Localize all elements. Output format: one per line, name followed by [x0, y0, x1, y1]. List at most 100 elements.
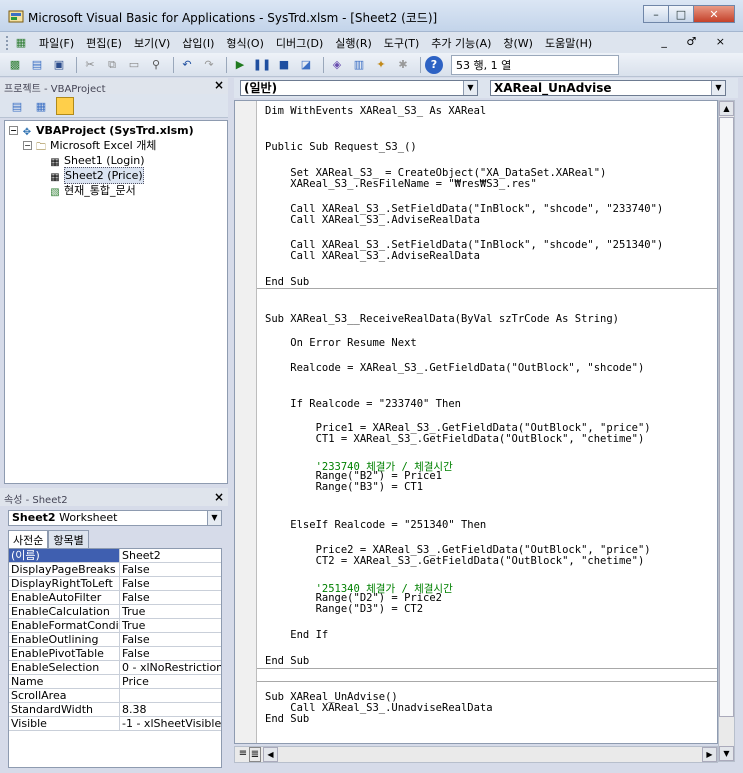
- chevron-down-icon[interactable]: ▼: [463, 81, 477, 95]
- property-value[interactable]: True: [120, 619, 221, 632]
- chevron-down-icon[interactable]: ▼: [207, 511, 221, 525]
- tab-categorized[interactable]: 항목별: [48, 530, 89, 548]
- property-value[interactable]: Price: [120, 675, 221, 688]
- code-editor[interactable]: Dim WithEvents XAReal_S3_ As XAReal Publ…: [234, 100, 718, 744]
- property-row[interactable]: EnablePivotTable False: [9, 647, 221, 661]
- property-value[interactable]: 0 - xlNoRestriction: [120, 661, 221, 674]
- redo-icon[interactable]: ↷: [200, 56, 218, 74]
- menu-format[interactable]: 형식(O): [220, 35, 269, 51]
- help-icon[interactable]: ?: [425, 55, 443, 74]
- standard-toolbar: ▩ ▤ ▣ ✂ ⧉ ▭ ⚲ ↶ ↷ ▶ ❚❚ ■ ◪ ◈ ▥ ✦ ✱ ? 53 …: [0, 53, 743, 77]
- procedure-combo[interactable]: XAReal_UnAdvise ▼: [490, 80, 726, 96]
- code-line: Public Sub Request_S3_(): [265, 141, 417, 153]
- tree-item-sheet1[interactable]: ▦ Sheet1 (Login): [9, 153, 223, 168]
- procedure-view-icon[interactable]: ≡: [237, 747, 249, 762]
- property-row[interactable]: EnableSelection 0 - xlNoRestriction: [9, 661, 221, 675]
- menu-run[interactable]: 실행(R): [329, 35, 377, 51]
- property-row[interactable]: ScrollArea: [9, 689, 221, 703]
- collapse-icon[interactable]: −: [9, 126, 18, 135]
- property-row[interactable]: EnableAutoFilter False: [9, 591, 221, 605]
- project-toolbar: ▤ ▦: [0, 94, 228, 118]
- property-row[interactable]: EnableFormatConditi True: [9, 619, 221, 633]
- property-row[interactable]: Name Price: [9, 675, 221, 689]
- run-icon[interactable]: ▶: [231, 56, 249, 74]
- property-value[interactable]: False: [120, 577, 221, 590]
- code-line: Call XAReal_S3_.AdviseRealData: [265, 250, 480, 262]
- menu-insert[interactable]: 삽입(I): [176, 35, 220, 51]
- menu-debug[interactable]: 디버그(D): [270, 35, 329, 51]
- menu-tools[interactable]: 도구(T): [378, 35, 426, 51]
- scroll-thumb[interactable]: [719, 117, 734, 717]
- property-row[interactable]: StandardWidth 8.38: [9, 703, 221, 717]
- mdi-window-controls[interactable]: _ ♂ ×: [661, 35, 733, 48]
- menu-view[interactable]: 보기(V): [128, 35, 176, 51]
- chevron-down-icon[interactable]: ▼: [711, 81, 725, 95]
- full-module-view-icon[interactable]: ≣: [249, 747, 261, 762]
- toolbox-icon[interactable]: ✱: [394, 56, 412, 74]
- property-row[interactable]: DisplayPageBreaks False: [9, 563, 221, 577]
- property-value[interactable]: Sheet2: [120, 549, 221, 562]
- view-code-icon[interactable]: ▤: [8, 97, 26, 115]
- tree-item-label: Sheet2 (Price): [64, 167, 144, 184]
- property-row[interactable]: Visible -1 - xlSheetVisible: [9, 717, 221, 731]
- insert-module-icon[interactable]: ▤: [28, 56, 46, 74]
- code-line: Realcode = XAReal_S3_.GetFieldData("OutB…: [265, 362, 645, 374]
- property-value[interactable]: [120, 689, 221, 702]
- view-object-icon[interactable]: ▦: [32, 97, 50, 115]
- scroll-left-icon[interactable]: ◀: [263, 747, 278, 762]
- undo-icon[interactable]: ↶: [178, 56, 196, 74]
- code-line: Call XAReal_S3_.AdviseRealData: [265, 214, 480, 226]
- maximize-button[interactable]: □: [668, 5, 694, 23]
- property-value[interactable]: False: [120, 563, 221, 576]
- find-icon[interactable]: ⚲: [147, 56, 165, 74]
- copy-icon[interactable]: ⧉: [103, 56, 121, 74]
- reset-icon[interactable]: ■: [275, 56, 293, 74]
- menu-edit[interactable]: 편집(E): [80, 35, 128, 51]
- vertical-scrollbar[interactable]: ▲ ▼: [718, 100, 735, 762]
- scroll-up-icon[interactable]: ▲: [719, 101, 734, 116]
- collapse-icon[interactable]: −: [23, 141, 32, 150]
- tree-item-vbaproject[interactable]: − ✥ VBAProject (SysTrd.xlsm): [9, 123, 223, 138]
- view-excel-icon[interactable]: ▩: [6, 56, 24, 74]
- object-combo[interactable]: (일반) ▼: [240, 80, 478, 96]
- menu-addins[interactable]: 추가 기능(A): [425, 35, 497, 51]
- procedure-combo-value: XAReal_UnAdvise: [494, 81, 612, 95]
- scroll-right-icon[interactable]: ▶: [702, 747, 717, 762]
- property-value[interactable]: False: [120, 633, 221, 646]
- property-value[interactable]: True: [120, 605, 221, 618]
- tree-item-excel-objects[interactable]: − 🗀 Microsoft Excel 개체: [9, 138, 223, 153]
- tree-item-thisworkbook[interactable]: ▧ 현재_통합_문서: [9, 183, 223, 198]
- toggle-folders-icon[interactable]: [56, 97, 74, 115]
- tab-alphabetic[interactable]: 사전순: [8, 530, 49, 549]
- cursor-position: 53 행, 1 열: [451, 54, 619, 75]
- object-browser-icon[interactable]: ✦: [372, 56, 390, 74]
- properties-panel-close-button[interactable]: ×: [214, 490, 224, 504]
- tree-item-sheet2[interactable]: ▦ Sheet2 (Price): [9, 167, 223, 184]
- menu-help[interactable]: 도움말(H): [539, 35, 598, 51]
- paste-icon[interactable]: ▭: [125, 56, 143, 74]
- property-value[interactable]: False: [120, 591, 221, 604]
- project-explorer-icon[interactable]: ◈: [328, 56, 346, 74]
- property-row[interactable]: EnableOutlining False: [9, 633, 221, 647]
- code-margin[interactable]: [235, 101, 257, 743]
- object-select[interactable]: Sheet2 Worksheet ▼: [8, 510, 222, 526]
- save-icon[interactable]: ▣: [50, 56, 68, 74]
- excel-icon[interactable]: ▦: [13, 36, 29, 50]
- design-mode-icon[interactable]: ◪: [297, 56, 315, 74]
- properties-window-icon[interactable]: ▥: [350, 56, 368, 74]
- minimize-button[interactable]: –: [643, 5, 669, 23]
- property-row[interactable]: (이름) Sheet2: [9, 549, 221, 563]
- menu-window[interactable]: 창(W): [497, 35, 539, 51]
- property-value[interactable]: False: [120, 647, 221, 660]
- menu-file[interactable]: 파일(F): [33, 35, 80, 51]
- close-button[interactable]: ✕: [693, 5, 735, 23]
- project-panel-close-button[interactable]: ×: [214, 78, 224, 92]
- property-row[interactable]: DisplayRightToLeft False: [9, 577, 221, 591]
- horizontal-scrollbar[interactable]: ≡ ≣ ◀ ▶: [234, 746, 718, 763]
- scroll-down-icon[interactable]: ▼: [719, 746, 734, 761]
- property-value[interactable]: 8.38: [120, 703, 221, 716]
- cut-icon[interactable]: ✂: [81, 56, 99, 74]
- property-value[interactable]: -1 - xlSheetVisible: [120, 717, 221, 730]
- break-icon[interactable]: ❚❚: [253, 56, 271, 74]
- property-row[interactable]: EnableCalculation True: [9, 605, 221, 619]
